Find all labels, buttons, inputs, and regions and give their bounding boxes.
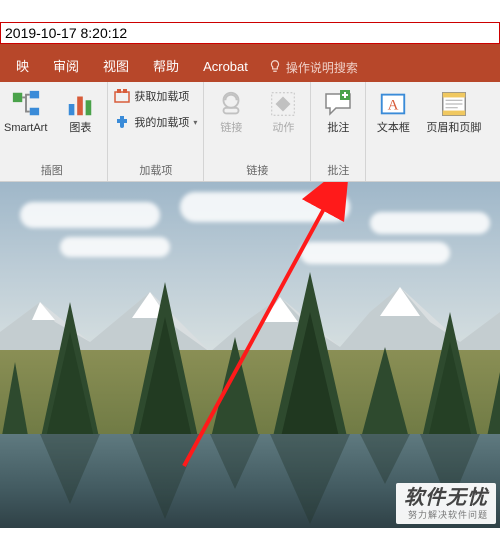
group-text: A 文本框 页眉和页脚 bbox=[366, 82, 489, 181]
action-icon bbox=[267, 88, 299, 120]
textbox-label: 文本框 bbox=[377, 122, 410, 134]
slide-canvas[interactable]: 软件无忧 努力解决软件问题 bbox=[0, 182, 500, 528]
group-addins-label: 加载项 bbox=[139, 160, 172, 181]
addins-icon bbox=[114, 114, 130, 130]
group-addins: 获取加载项 我的加载项 ▾ 加载项 bbox=[108, 82, 204, 181]
chart-icon bbox=[64, 88, 96, 120]
group-links: 链接 动作 链接 bbox=[204, 82, 311, 181]
tab-slideshow-partial[interactable]: 映 bbox=[4, 52, 41, 82]
comment-label: 批注 bbox=[327, 122, 349, 134]
textbox-icon: A bbox=[377, 88, 409, 120]
header-footer-icon bbox=[438, 88, 470, 120]
action-label: 动作 bbox=[272, 122, 294, 134]
ribbon-tabs: 映 审阅 视图 帮助 Acrobat 操作说明搜索 bbox=[0, 52, 500, 82]
watermark-sub: 努力解决软件问题 bbox=[404, 510, 488, 520]
smartart-label: SmartArt bbox=[4, 122, 47, 134]
group-illustrations-label: 插图 bbox=[41, 160, 63, 181]
link-button[interactable]: 链接 bbox=[210, 86, 252, 136]
smartart-icon bbox=[10, 88, 42, 120]
header-footer-button[interactable]: 页眉和页脚 bbox=[424, 86, 483, 136]
lightbulb-icon bbox=[268, 59, 282, 76]
watermark-main: 软件无忧 bbox=[404, 487, 488, 510]
store-icon bbox=[114, 88, 130, 104]
group-comments-label: 批注 bbox=[327, 160, 349, 181]
watermark: 软件无忧 努力解决软件问题 bbox=[396, 483, 496, 524]
textbox-button[interactable]: A 文本框 bbox=[372, 86, 414, 136]
link-icon bbox=[215, 88, 247, 120]
annotation-arrow bbox=[0, 182, 500, 528]
tab-acrobat[interactable]: Acrobat bbox=[191, 52, 260, 82]
tell-me-label: 操作说明搜索 bbox=[286, 59, 358, 76]
timestamp-overlay: 2019-10-17 8:20:12 bbox=[0, 22, 500, 44]
comment-button[interactable]: 批注 bbox=[317, 86, 359, 136]
tell-me-search[interactable]: 操作说明搜索 bbox=[260, 59, 366, 76]
smartart-button[interactable]: SmartArt bbox=[2, 86, 49, 136]
group-links-label: 链接 bbox=[246, 160, 268, 181]
tab-review[interactable]: 审阅 bbox=[41, 52, 91, 82]
group-text-label bbox=[426, 164, 429, 181]
my-addins-button[interactable]: 我的加载项 ▾ bbox=[114, 112, 197, 132]
chart-button[interactable]: 图表 bbox=[59, 86, 101, 136]
svg-text:A: A bbox=[388, 98, 399, 114]
tab-view[interactable]: 视图 bbox=[91, 52, 141, 82]
my-addins-label: 我的加载项 bbox=[134, 114, 189, 130]
chart-label: 图表 bbox=[69, 122, 91, 134]
dropdown-icon: ▾ bbox=[193, 118, 197, 127]
tab-help[interactable]: 帮助 bbox=[141, 52, 191, 82]
link-label: 链接 bbox=[220, 122, 242, 134]
header-footer-label: 页眉和页脚 bbox=[426, 122, 481, 134]
comment-icon bbox=[322, 88, 354, 120]
action-button[interactable]: 动作 bbox=[262, 86, 304, 136]
ribbon: SmartArt 图表 插图 bbox=[0, 82, 500, 182]
group-illustrations: SmartArt 图表 插图 bbox=[0, 82, 108, 181]
get-addins-button[interactable]: 获取加载项 bbox=[114, 86, 197, 106]
group-comments: 批注 批注 bbox=[311, 82, 366, 181]
get-addins-label: 获取加载项 bbox=[134, 88, 189, 104]
